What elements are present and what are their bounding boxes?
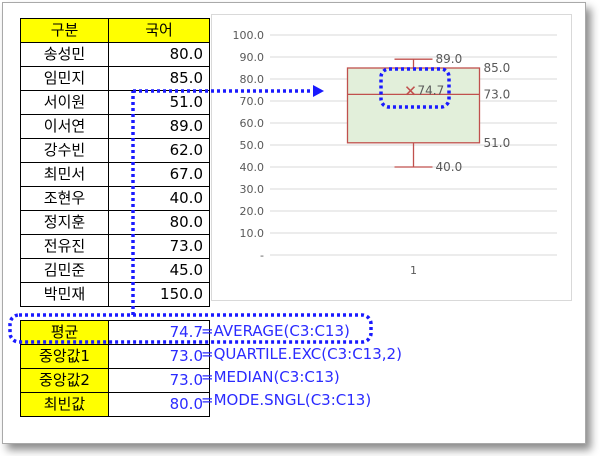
table-row: 조현우 40.0	[20, 186, 210, 211]
score-cell[interactable]: 67.0	[108, 162, 210, 187]
y-tick-label: 40.0	[240, 161, 265, 174]
score-cell[interactable]: 62.0	[108, 138, 210, 163]
y-tick-label: 50.0	[240, 139, 265, 152]
formula-average: =AVERAGE(C3:C13)	[201, 322, 350, 340]
student-name-cell[interactable]: 조현우	[20, 186, 109, 211]
header-category[interactable]: 구분	[20, 18, 109, 43]
max-label: 89.0	[436, 52, 463, 66]
stat-label-cell[interactable]: 중앙값2	[20, 368, 109, 393]
stat-row-mode: 최빈값 80.0	[20, 392, 210, 417]
table-row: 송성민 80.0	[20, 42, 210, 67]
table-header-row: 구분 국어	[20, 18, 210, 43]
score-cell[interactable]: 73.0	[108, 234, 210, 259]
mean-label: 74.7	[418, 84, 445, 98]
formula-quartile: =QUARTILE.EXC(C3:C13,2)	[201, 345, 402, 363]
score-cell[interactable]: 150.0	[108, 282, 210, 307]
median-label: 73.0	[484, 87, 511, 101]
score-table: 구분 국어 송성민 80.0 임민지 85.0 서이원 51.0 이서연 89.…	[20, 18, 210, 307]
table-row: 정지훈 80.0	[20, 210, 210, 235]
score-cell[interactable]: 85.0	[108, 66, 210, 91]
stat-value-cell[interactable]: 73.0	[108, 344, 210, 369]
student-name-cell[interactable]: 전유진	[20, 234, 109, 259]
q1-label: 51.0	[484, 136, 511, 150]
score-cell[interactable]: 51.0	[108, 90, 210, 115]
table-row: 이서연 89.0	[20, 114, 210, 139]
stat-label-cell[interactable]: 평균	[20, 320, 109, 345]
table-row: 최민서 67.0	[20, 162, 210, 187]
student-name-cell[interactable]: 박민재	[20, 282, 109, 307]
student-name-cell[interactable]: 이서연	[20, 114, 109, 139]
q3-label: 85.0	[484, 61, 511, 75]
y-tick-label: 30.0	[240, 183, 265, 196]
y-tick-label: 20.0	[240, 205, 265, 218]
score-cell[interactable]: 80.0	[108, 42, 210, 67]
y-tick-label: 60.0	[240, 117, 265, 130]
table-row: 강수빈 62.0	[20, 138, 210, 163]
stat-row-average: 평균 74.7	[20, 320, 210, 345]
interquartile-box	[346, 67, 481, 144]
table-row: 박민재 150.0	[20, 282, 210, 307]
stat-value-cell[interactable]: 74.7	[108, 320, 210, 345]
min-label: 40.0	[436, 160, 463, 174]
y-tick-label: 80.0	[240, 73, 265, 86]
student-name-cell[interactable]: 임민지	[20, 66, 109, 91]
y-tick-label: 10.0	[240, 227, 265, 240]
y-tick-label: 100.0	[233, 29, 265, 42]
stat-row-median-quartile: 중앙값1 73.0	[20, 344, 210, 369]
stat-label-cell[interactable]: 최빈값	[20, 392, 109, 417]
student-name-cell[interactable]: 정지훈	[20, 210, 109, 235]
y-tick-label: 90.0	[240, 51, 265, 64]
figure-frame: 구분 국어 송성민 80.0 임민지 85.0 서이원 51.0 이서연 89.…	[2, 2, 586, 444]
score-cell[interactable]: 40.0	[108, 186, 210, 211]
table-row: 서이원 51.0	[20, 90, 210, 115]
formula-median: =MEDIAN(C3:C13)	[201, 368, 340, 386]
y-tick-label: 70.0	[240, 95, 265, 108]
chart-canvas: - 10.0 20.0 30.0 40.0 50.0 60.0 70.0 80.0 90.0 100…	[233, 29, 557, 277]
x-tick-label: 1	[410, 264, 417, 277]
student-name-cell[interactable]: 송성민	[20, 42, 109, 67]
score-cell[interactable]: 89.0	[108, 114, 210, 139]
student-name-cell[interactable]: 김민준	[20, 258, 109, 283]
student-name-cell[interactable]: 강수빈	[20, 138, 109, 163]
stat-label-cell[interactable]: 중앙값1	[20, 344, 109, 369]
table-row: 임민지 85.0	[20, 66, 210, 91]
score-cell[interactable]: 80.0	[108, 210, 210, 235]
statistics-table: 평균 74.7 중앙값1 73.0 중앙값2 73.0 최빈값 80.0	[20, 320, 210, 417]
stat-value-cell[interactable]: 80.0	[108, 392, 210, 417]
table-row: 전유진 73.0	[20, 234, 210, 259]
header-korean[interactable]: 국어	[108, 18, 210, 43]
formula-mode: =MODE.SNGL(C3:C13)	[201, 391, 372, 409]
box-plot-chart[interactable]: - 10.0 20.0 30.0 40.0 50.0 60.0 70.0 80.0 90.0 100…	[211, 14, 572, 301]
student-name-cell[interactable]: 서이원	[20, 90, 109, 115]
table-row: 김민준 45.0	[20, 258, 210, 283]
student-name-cell[interactable]: 최민서	[20, 162, 109, 187]
score-cell[interactable]: 45.0	[108, 258, 210, 283]
stat-row-median: 중앙값2 73.0	[20, 368, 210, 393]
y-tick-label: -	[260, 249, 264, 262]
stat-value-cell[interactable]: 73.0	[108, 368, 210, 393]
